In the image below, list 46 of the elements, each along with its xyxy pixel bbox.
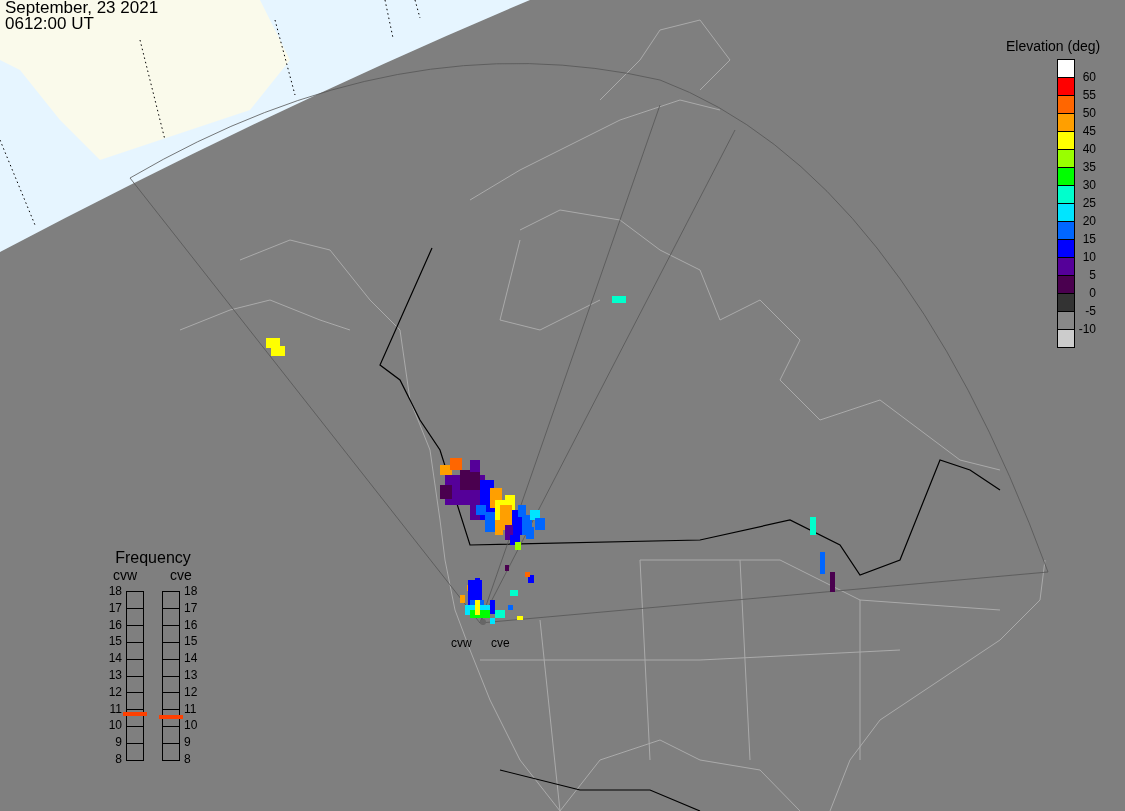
frequency-label: 12 <box>184 685 199 698</box>
frequency-label: 13 <box>107 669 122 681</box>
date-label: September, 23 2021 <box>5 0 159 16</box>
scale-label: 10 <box>1081 251 1096 263</box>
frequency-label: 10 <box>107 719 122 732</box>
frequency-label: 12 <box>107 685 122 698</box>
scale-label: -5 <box>1084 305 1096 317</box>
frequency-label: 15 <box>184 635 199 648</box>
frequency-title: Frequency <box>114 549 192 567</box>
frequency-label: 16 <box>107 618 122 631</box>
scale-label: 50 <box>1081 107 1096 119</box>
frequency-label: 14 <box>107 652 122 665</box>
scale-label: -10 <box>1077 323 1096 335</box>
scale-label: 5 <box>1088 269 1096 281</box>
frequency-label: 9 <box>114 736 122 749</box>
frequency-label: 18 <box>107 585 122 597</box>
scale-label: 25 <box>1081 197 1096 209</box>
scale-label: 55 <box>1081 89 1096 101</box>
frequency-label: 16 <box>184 618 199 631</box>
scale-label: 40 <box>1081 143 1096 155</box>
scale-label: 45 <box>1081 125 1096 137</box>
scale-label: 30 <box>1081 179 1096 191</box>
site-label: cvw <box>451 636 472 650</box>
radar-site-icon <box>480 619 486 625</box>
radar-name: cvw <box>112 567 138 583</box>
radar-name: cve <box>170 567 192 583</box>
frequency-label: 14 <box>184 652 199 665</box>
frequency-label: 17 <box>107 601 122 614</box>
frequency-label: 15 <box>107 635 122 648</box>
frequency-label: 11 <box>184 702 198 715</box>
frequency-label: 17 <box>184 601 199 614</box>
scale-label: 35 <box>1081 161 1096 173</box>
frequency-label: 9 <box>184 736 192 749</box>
scale-label: 20 <box>1081 215 1096 227</box>
frequency-label: 10 <box>184 719 199 732</box>
frequency-label: 18 <box>184 585 199 597</box>
legend-title: Elevation (deg) <box>1006 38 1102 54</box>
site-label: cve <box>491 636 510 650</box>
frequency-label: 8 <box>114 752 122 765</box>
frequency-label: 8 <box>184 752 192 765</box>
scale-label: 15 <box>1081 233 1096 245</box>
time-label: 0612:00 UT <box>5 16 95 32</box>
scale-label: 60 <box>1081 71 1096 83</box>
scale-label: 0 <box>1088 287 1096 299</box>
frequency-label: 11 <box>108 702 122 715</box>
frequency-label: 13 <box>184 669 199 681</box>
